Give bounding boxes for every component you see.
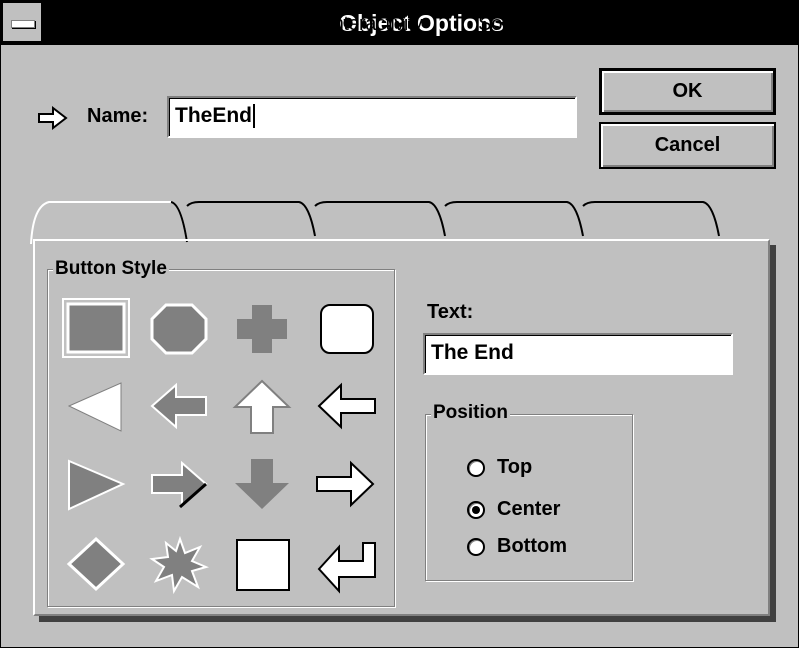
button-style-legend: Button Style xyxy=(53,258,169,280)
name-input[interactable]: TheEnd xyxy=(167,96,577,138)
object-options-dialog: Object Options Name: TheEnd OK Cancel Bu… xyxy=(0,0,799,648)
style-arrow-left-outline[interactable] xyxy=(311,375,381,437)
tab-button[interactable]: Button xyxy=(51,7,171,41)
style-starburst[interactable] xyxy=(144,533,214,595)
pointer-arrow-icon xyxy=(38,106,68,130)
system-menu-icon[interactable] xyxy=(3,3,43,41)
position-bottom-radio[interactable]: Bottom xyxy=(467,535,567,558)
style-arrow-right-outline[interactable] xyxy=(311,453,381,515)
position-legend: Position xyxy=(431,402,510,424)
position-center-label: Center xyxy=(497,498,561,520)
position-bottom-label: Bottom xyxy=(497,535,567,557)
position-center-radio[interactable]: Center xyxy=(467,498,560,521)
style-return-arrow[interactable] xyxy=(311,533,381,595)
tab-motion[interactable]: Motion xyxy=(187,7,303,41)
ok-button[interactable]: OK xyxy=(599,68,776,115)
style-square[interactable] xyxy=(227,533,297,595)
tab-sound[interactable]: Sound xyxy=(447,7,567,41)
tab-visual[interactable]: Visual xyxy=(581,7,701,41)
tab-interactivity[interactable]: Interactivity xyxy=(311,7,439,41)
style-octagon[interactable] xyxy=(144,297,214,359)
cancel-button[interactable]: Cancel xyxy=(599,122,776,169)
position-top-radio[interactable]: Top xyxy=(467,456,532,479)
style-triangle-left[interactable] xyxy=(61,375,131,437)
style-arrow-right-filled[interactable] xyxy=(144,453,214,515)
text-input-value: The End xyxy=(431,341,514,364)
style-rectangle[interactable] xyxy=(61,297,131,359)
style-arrow-up-outline[interactable] xyxy=(227,375,297,437)
radio-circle xyxy=(467,458,485,477)
style-diamond[interactable] xyxy=(61,533,131,595)
position-top-label: Top xyxy=(497,456,533,478)
radio-circle xyxy=(467,500,485,519)
name-label: Name: xyxy=(87,105,149,127)
text-input[interactable]: The End xyxy=(423,333,733,375)
name-input-value: TheEnd xyxy=(175,104,252,127)
text-label: Text: xyxy=(427,301,474,323)
style-arrow-left-filled[interactable] xyxy=(144,375,214,437)
style-rounded-rectangle[interactable] xyxy=(311,297,381,359)
style-arrow-down-filled[interactable] xyxy=(227,453,297,515)
style-triangle-right[interactable] xyxy=(61,453,131,515)
radio-circle xyxy=(467,537,485,556)
style-cross[interactable] xyxy=(227,297,297,359)
